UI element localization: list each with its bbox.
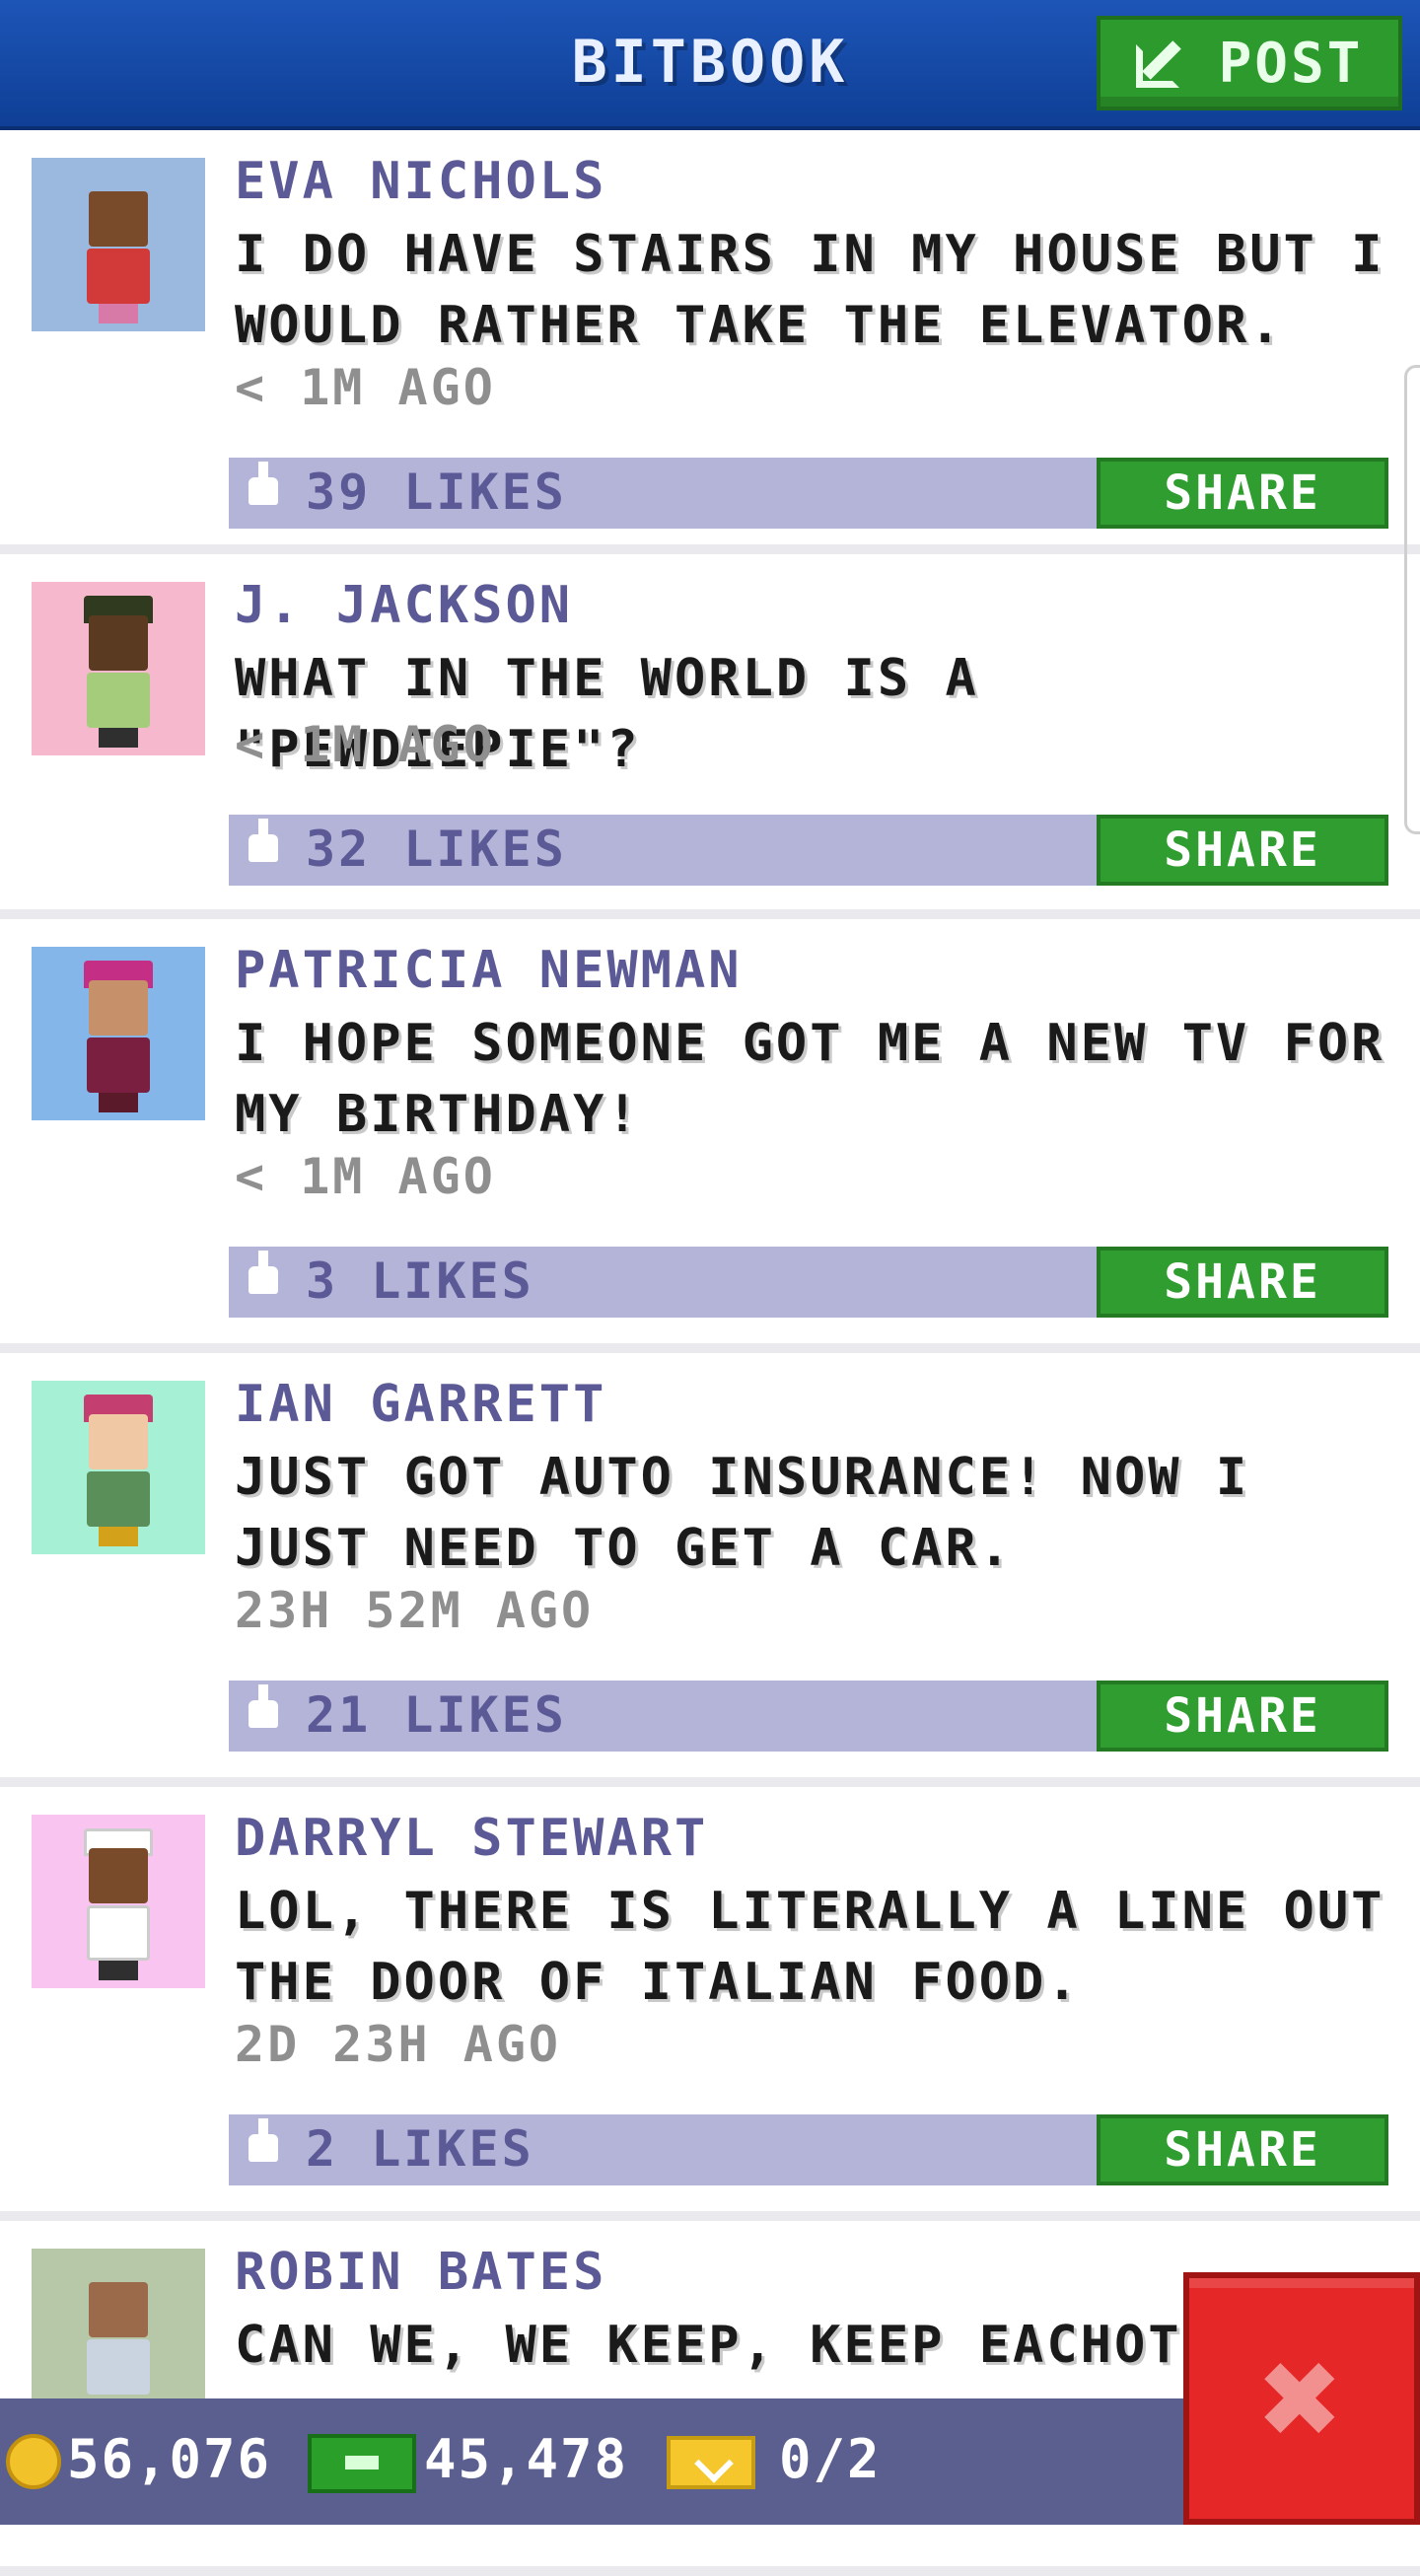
compose-icon: [1135, 35, 1193, 92]
likes-bar: 3 LIKES SHARE: [229, 1247, 1388, 1318]
post-author-name: J. JACKSON: [235, 576, 574, 635]
post-button[interactable]: POST: [1097, 16, 1402, 110]
post-message: LOL, THERE IS LITERALLY A LINE OUT THE D…: [235, 1882, 1385, 2012]
thumbs-up-icon: [248, 462, 278, 505]
cash-count: 45,478: [424, 2428, 629, 2490]
post-time: < 1M AGO: [235, 716, 496, 773]
avatar: [32, 582, 205, 755]
share-button[interactable]: SHARE: [1097, 458, 1388, 529]
post-author-name: PATRICIA NEWMAN: [235, 941, 743, 1000]
ticket-count: 0/2: [779, 2428, 882, 2490]
likes-bar: 39 LIKES SHARE: [229, 458, 1388, 529]
feed-post: PATRICIA NEWMAN I HOPE SOMEONE GOT ME A …: [0, 919, 1420, 1353]
post-time: 2D 23H AGO: [235, 2016, 562, 2073]
thumbs-up-icon: [248, 819, 278, 862]
post-message: JUST GOT AUTO INSURANCE! NOW I JUST NEED…: [235, 1448, 1250, 1578]
feed-post: IAN GARRETT JUST GOT AUTO INSURANCE! NOW…: [0, 1353, 1420, 1787]
avatar: [32, 2249, 205, 2422]
post-author-name: DARRYL STEWART: [235, 1809, 709, 1868]
share-button[interactable]: SHARE: [1097, 1681, 1388, 1752]
thumbs-up-icon: [248, 1251, 278, 1294]
post-author-name: ROBIN BATES: [235, 2243, 607, 2302]
ticket-icon: [667, 2436, 755, 2489]
likes-count: 39 LIKES: [306, 464, 567, 521]
likes-count: 21 LIKES: [306, 1686, 567, 1744]
feed-post: DARRYL STEWART LOL, THERE IS LITERALLY A…: [0, 1787, 1420, 2221]
avatar: [32, 158, 205, 331]
coin-count: 56,076: [67, 2428, 272, 2490]
close-button[interactable]: ✖: [1183, 2272, 1420, 2525]
post-button-label: POST: [1218, 31, 1364, 96]
thumbs-up-icon: [248, 1684, 278, 1728]
feed-post: J. JACKSON WHAT IN THE WORLD IS A "PEWDI…: [0, 554, 1420, 919]
likes-bar: 2 LIKES SHARE: [229, 2114, 1388, 2185]
scrollbar[interactable]: [1404, 365, 1420, 834]
close-icon: ✖: [1259, 2318, 1344, 2479]
post-time: 23H 52M AGO: [235, 1582, 595, 1639]
share-button[interactable]: SHARE: [1097, 2114, 1388, 2185]
post-time: < 1M AGO: [235, 359, 496, 416]
avatar: [32, 947, 205, 1120]
avatar: [32, 1381, 205, 1554]
post-author-name: EVA NICHOLS: [235, 152, 607, 211]
top-bar: BITBOOK POST: [0, 0, 1420, 130]
coin-icon: [6, 2434, 61, 2489]
post-message: I DO HAVE STAIRS IN MY HOUSE BUT I WOULD…: [235, 225, 1385, 355]
post-time: < 1M AGO: [235, 1148, 496, 1205]
likes-count: 32 LIKES: [306, 821, 567, 878]
avatar: [32, 1815, 205, 1988]
share-button[interactable]: SHARE: [1097, 815, 1388, 886]
likes-bar: 32 LIKES SHARE: [229, 815, 1388, 886]
feed[interactable]: EVA NICHOLS I DO HAVE STAIRS IN MY HOUSE…: [0, 130, 1420, 2576]
likes-count: 3 LIKES: [306, 1252, 534, 1310]
cash-icon: [308, 2434, 416, 2493]
post-author-name: IAN GARRETT: [235, 1375, 607, 1434]
post-message: I HOPE SOMEONE GOT ME A NEW TV FOR MY BI…: [235, 1014, 1385, 1144]
likes-bar: 21 LIKES SHARE: [229, 1681, 1388, 1752]
thumbs-up-icon: [248, 2118, 278, 2162]
likes-count: 2 LIKES: [306, 2120, 534, 2178]
share-button[interactable]: SHARE: [1097, 1247, 1388, 1318]
feed-post: EVA NICHOLS I DO HAVE STAIRS IN MY HOUSE…: [0, 130, 1420, 554]
